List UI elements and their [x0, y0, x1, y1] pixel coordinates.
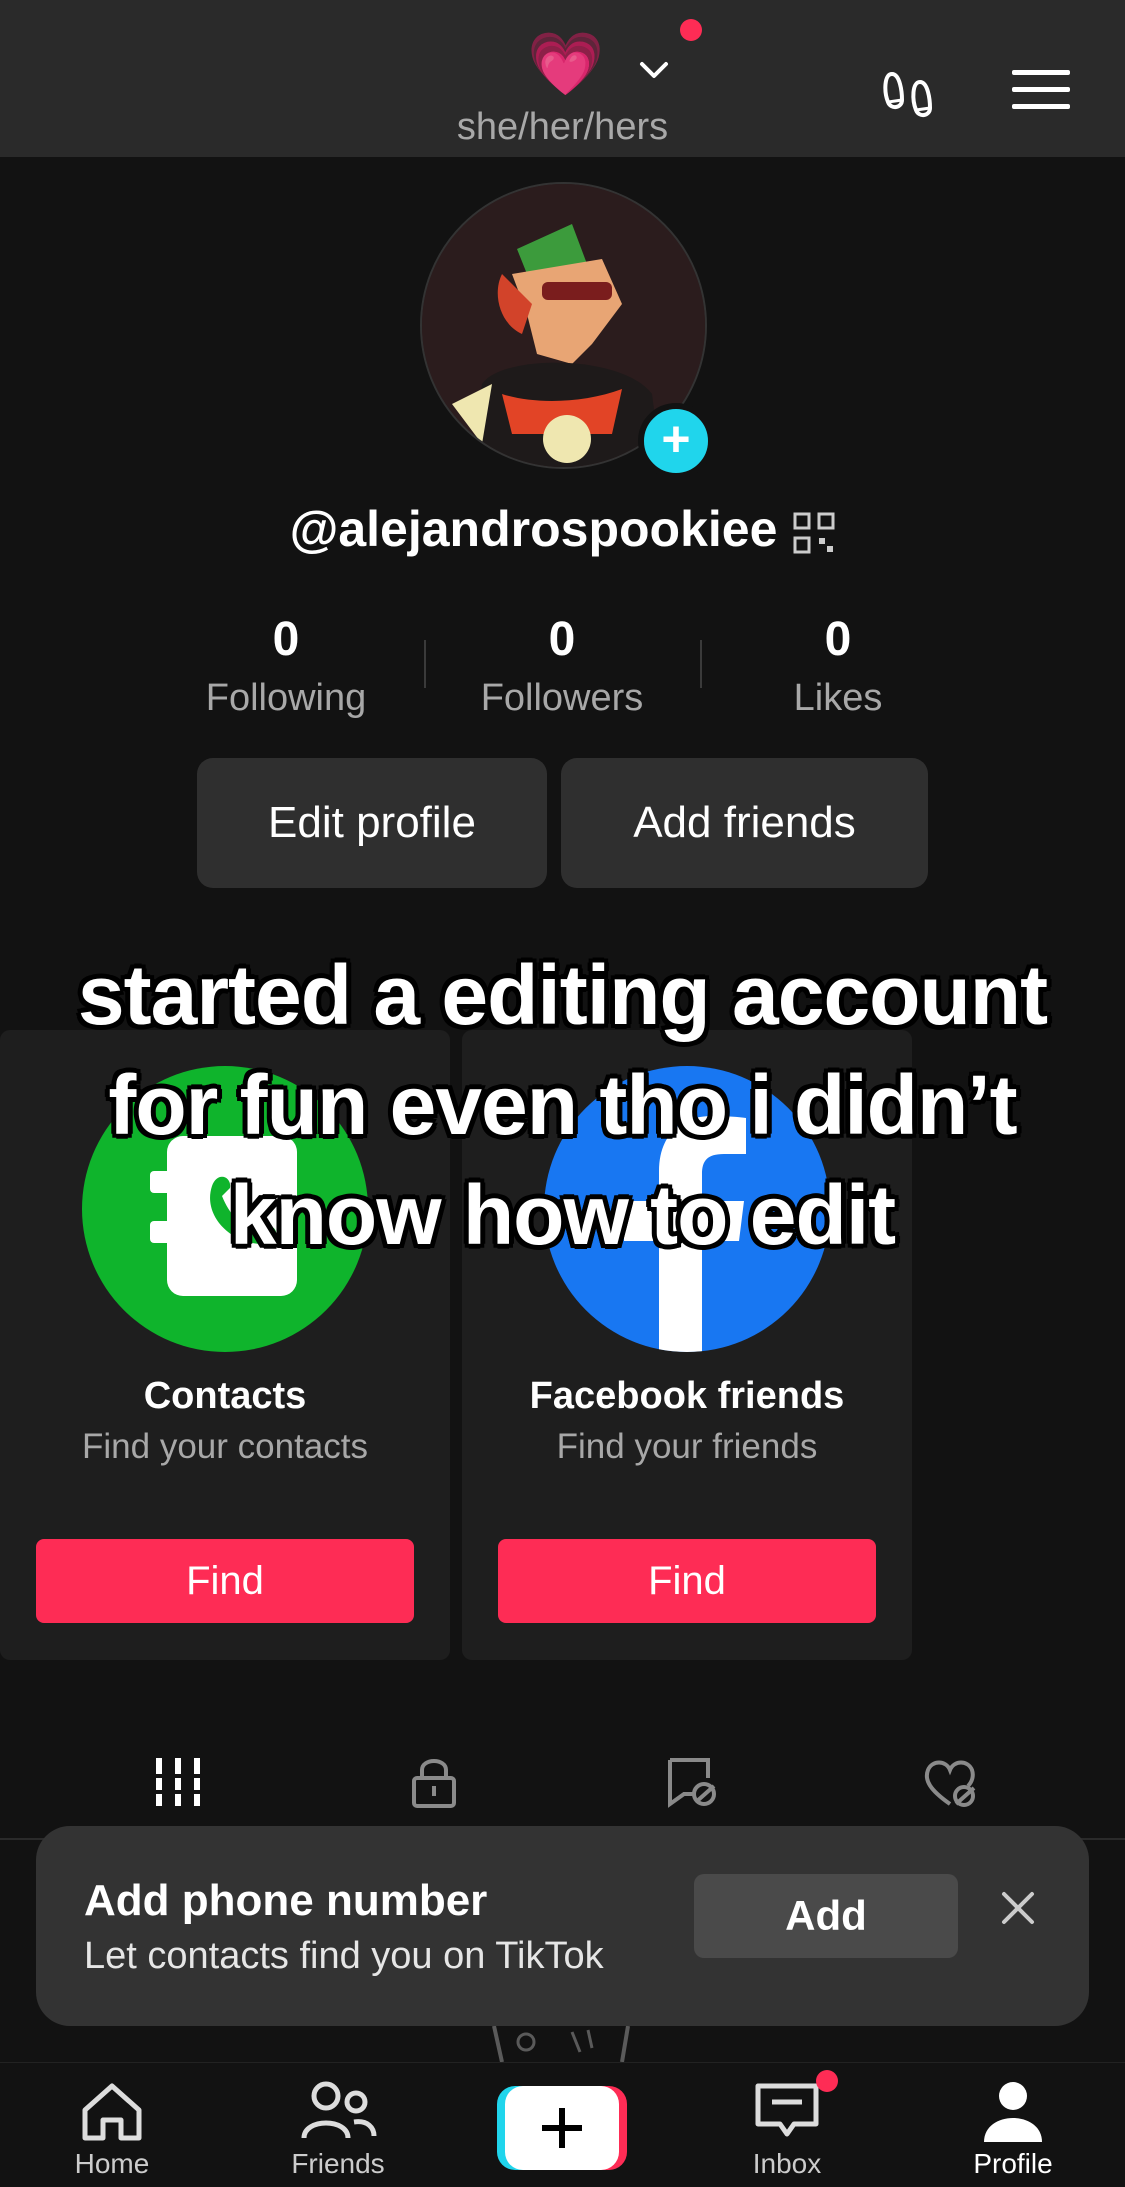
- stat-label: Followers: [480, 677, 644, 719]
- find-contacts-button[interactable]: Find: [36, 1539, 414, 1623]
- stat-divider: [424, 640, 426, 688]
- stat-label: Following: [205, 677, 367, 719]
- stat-value: 0: [824, 613, 852, 666]
- nav-friends[interactable]: Friends: [258, 2080, 418, 2180]
- edit-profile-button[interactable]: Edit profile: [197, 758, 547, 888]
- private-lock-icon[interactable]: [404, 1752, 464, 1812]
- pronouns-label: she/her/hers: [456, 106, 669, 148]
- videos-grid-icon[interactable]: [148, 1752, 208, 1812]
- facebook-title: Facebook friends: [529, 1375, 845, 1417]
- toast-subtitle: Let contacts find you on TikTok: [84, 1935, 604, 1977]
- stat-label: Likes: [793, 677, 883, 719]
- liked-hidden-icon[interactable]: [920, 1752, 980, 1812]
- stat-followers[interactable]: 0 Followers: [432, 612, 692, 720]
- overlay-caption: started a editing account for fun even t…: [77, 948, 1048, 1262]
- stat-divider: [700, 640, 702, 688]
- footprint-icon[interactable]: [878, 62, 942, 126]
- hamburger-menu-icon[interactable]: [1010, 66, 1072, 114]
- contacts-subtitle: Find your contacts: [82, 1427, 368, 1466]
- facebook-subtitle: Find your friends: [556, 1427, 818, 1466]
- chevron-down-icon[interactable]: [632, 48, 676, 92]
- find-facebook-button[interactable]: Find: [498, 1539, 876, 1623]
- notification-dot: [680, 19, 702, 41]
- nav-label: Profile: [973, 2148, 1053, 2179]
- friends-icon: [301, 2081, 377, 2139]
- nav-label: Inbox: [752, 2148, 822, 2179]
- reposts-icon[interactable]: [662, 1752, 722, 1812]
- add-phone-button[interactable]: Add: [694, 1874, 958, 1958]
- empty-state-illustration: [492, 2026, 630, 2062]
- username: @alejandrospookiee: [289, 501, 778, 557]
- create-button[interactable]: [497, 2086, 627, 2170]
- username-row: @alejandrospookiee: [0, 500, 1125, 558]
- profile-icon: [984, 2082, 1042, 2142]
- home-icon: [82, 2083, 142, 2141]
- nav-label: Friends: [291, 2148, 385, 2179]
- nav-home[interactable]: Home: [32, 2080, 192, 2180]
- pink-heart-icon[interactable]: 💗: [527, 30, 604, 100]
- stat-following[interactable]: 0 Following: [156, 612, 416, 720]
- add-avatar-button[interactable]: +: [638, 403, 714, 479]
- stat-likes[interactable]: 0 Likes: [708, 612, 968, 720]
- add-friends-button[interactable]: Add friends: [561, 758, 928, 888]
- inbox-notification-dot: [816, 2070, 838, 2092]
- plus-icon: [542, 2108, 582, 2148]
- nav-inbox[interactable]: Inbox: [707, 2080, 867, 2180]
- contacts-title: Contacts: [143, 1375, 307, 1417]
- stat-value: 0: [548, 613, 576, 666]
- nav-profile[interactable]: Profile: [933, 2080, 1093, 2180]
- stat-value: 0: [272, 613, 300, 666]
- close-icon[interactable]: [996, 1886, 1040, 1930]
- toast-title: Add phone number: [84, 1876, 488, 1925]
- nav-label: Home: [74, 2148, 150, 2179]
- inbox-icon: [755, 2083, 819, 2137]
- qr-code-icon[interactable]: [793, 512, 835, 554]
